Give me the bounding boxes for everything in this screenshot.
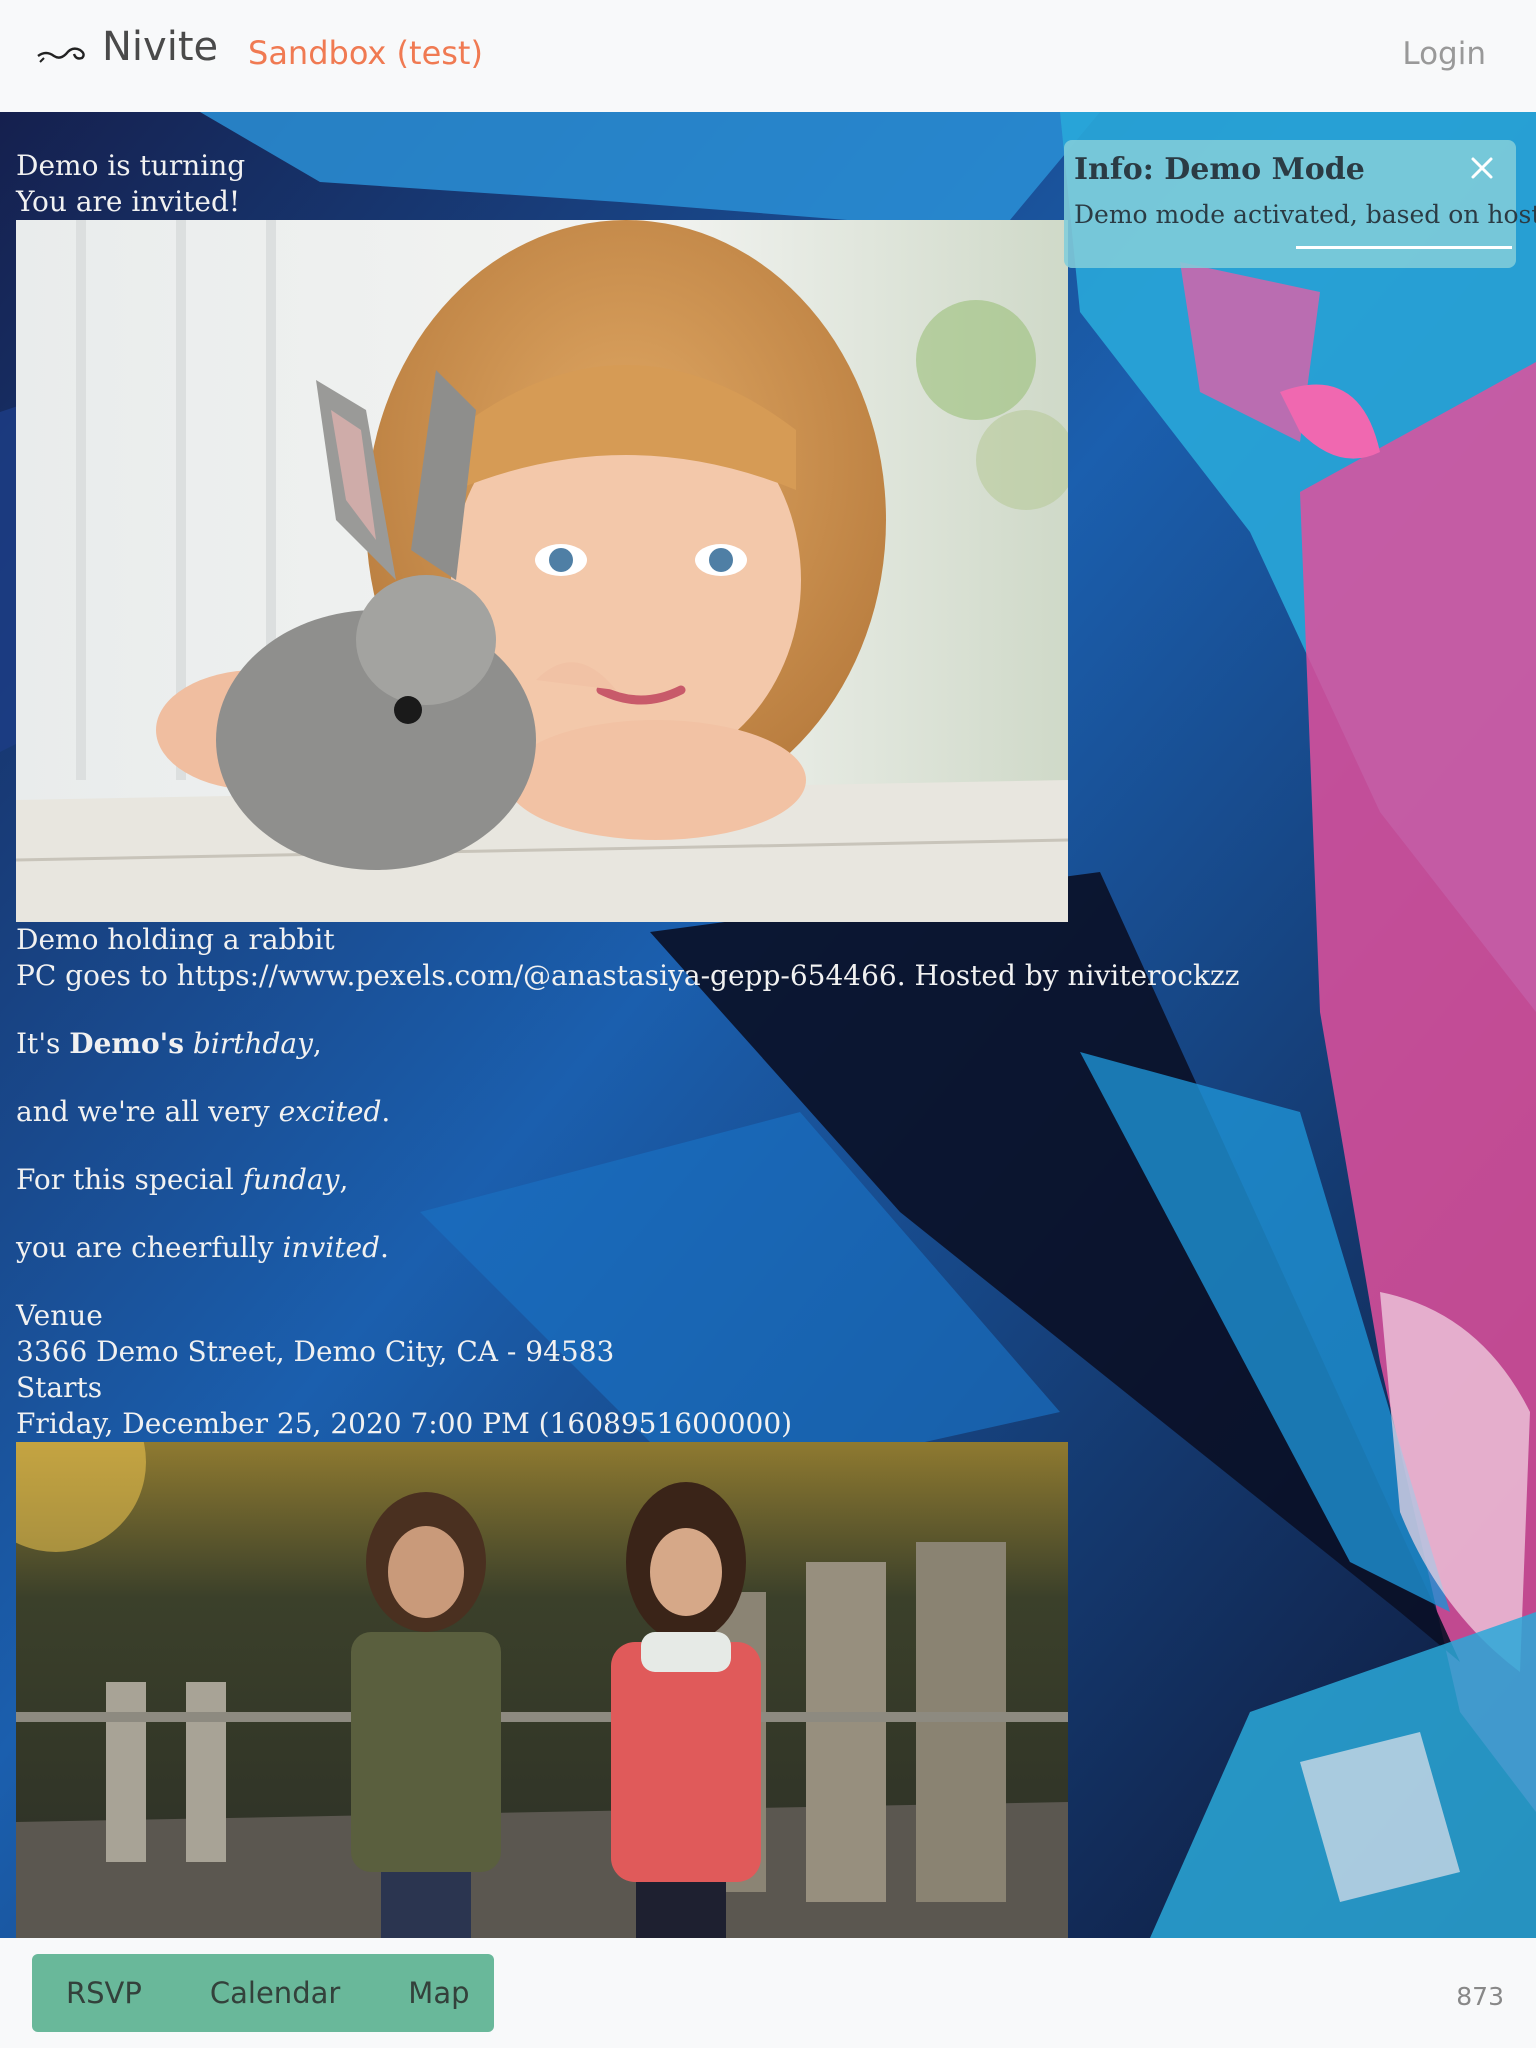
bottom-navbar: RSVP Calendar Map 873 [0,1938,1536,2048]
poem-line-1: It's Demo's birthday, [16,1027,322,1060]
toast-title: Info: Demo Mode [1074,152,1365,187]
calendar-button[interactable]: Calendar [176,1976,374,2010]
invite-heading-line1: Demo is turning [16,149,246,182]
invite-content: Demo is turning You are invited! Demo ho… [16,148,1240,1962]
toast-message: Demo mode activated, based on hostname [1074,200,1536,229]
map-button[interactable]: Map [374,1976,503,2010]
close-icon[interactable] [1468,154,1496,182]
toast-progress-bar [1296,246,1512,249]
action-button-group: RSVP Calendar Map [32,1954,494,2032]
view-counter: 873 [1456,1982,1504,2011]
login-link[interactable]: Login [1402,36,1486,72]
top-navbar: Nivite Sandbox (test) Login [0,0,1536,112]
venue-address: 3366 Demo Street, Demo City, CA - 94583 [16,1335,615,1368]
environment-label: Sandbox (test) [248,34,483,72]
brand-name[interactable]: Nivite [102,24,218,70]
invite-heading-line2: You are invited! [16,185,241,218]
birthday-photo-two-kids [16,1442,1068,1962]
birthday-photo-girl-rabbit [16,220,1068,922]
photo-credit: PC goes to https://www.pexels.com/@anast… [16,959,1240,992]
starts-label: Starts [16,1371,103,1404]
demo-mode-toast[interactable]: Info: Demo Mode Demo mode activated, bas… [1064,140,1536,268]
poem-line-2: and we're all very excited. [16,1095,391,1128]
photo-caption: Demo holding a rabbit [16,923,335,956]
scroll-swirl-icon[interactable] [36,40,90,66]
poem-line-3: For this special funday, [16,1163,349,1196]
invite-page: Nivite Sandbox (test) Login Info: Demo M… [0,0,1536,2048]
poem-line-4: you are cheerfully invited. [16,1231,389,1264]
venue-label: Venue [16,1299,103,1332]
rsvp-button[interactable]: RSVP [32,1976,176,2010]
starts-datetime: Friday, December 25, 2020 7:00 PM (16089… [16,1407,793,1440]
